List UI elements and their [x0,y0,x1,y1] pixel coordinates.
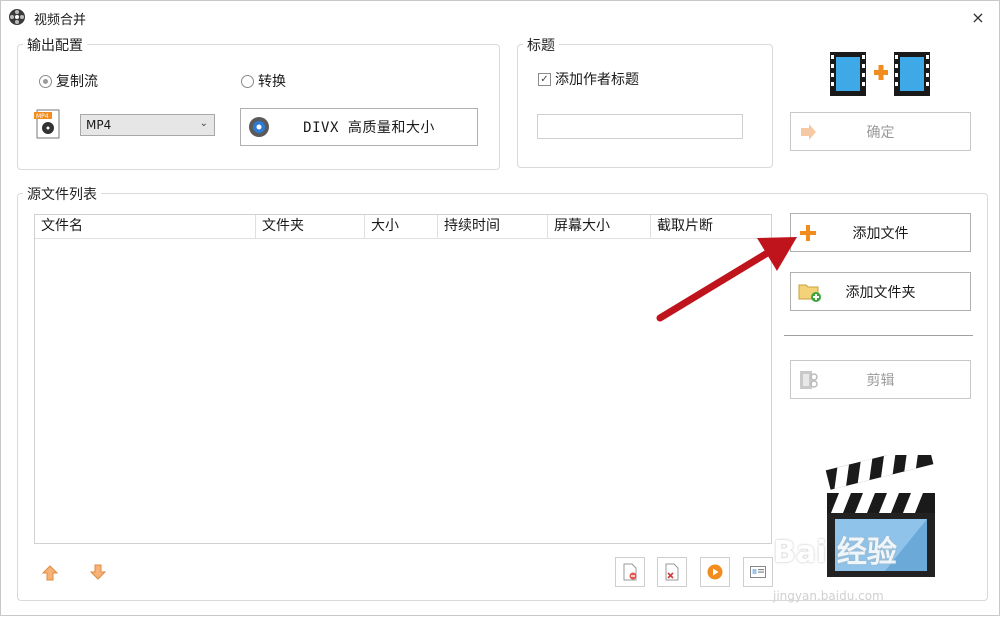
add-author-title-label: 添加作者标题 [555,72,639,88]
add-folder-label: 添加文件夹 [845,284,916,301]
checkmark-icon: ✓ [538,72,551,86]
title-input[interactable] [537,114,743,139]
convert-label: 转换 [258,74,286,90]
add-file-button[interactable]: 添加文件 [790,213,971,252]
edit-label: 剪辑 [866,372,895,389]
column-screen-size[interactable]: 屏幕大小 [548,215,651,239]
delete-icon [665,563,679,581]
watermark-url: jingyan.baidu.com [773,589,884,603]
film-reel-icon [9,9,25,25]
arrow-right-icon [801,123,816,140]
radio-indicator [241,74,254,88]
column-folder[interactable]: 文件夹 [256,215,365,239]
mp4-file-icon: MP4 [34,109,60,139]
info-icon [750,566,766,578]
film-edit-icon [800,370,818,389]
format-select[interactable]: MP4 ⌄ [80,114,215,136]
source-list-label: 源文件列表 [23,184,101,204]
column-filename[interactable]: 文件名 [35,215,256,239]
convert-radio[interactable]: 转换 [241,71,286,91]
move-up-icon[interactable] [39,562,61,584]
title-group-label: 标题 [523,35,559,55]
remove-button[interactable] [615,557,645,587]
column-duration[interactable]: 持续时间 [438,215,548,239]
ok-button-label: 确定 [866,124,895,141]
watermark: Bai 经验 [773,535,897,570]
chevron-down-icon: ⌄ [199,118,208,129]
film-merge-icon [830,52,930,96]
column-size[interactable]: 大小 [365,215,438,239]
delete-button[interactable] [657,557,687,587]
move-down-icon[interactable] [87,561,109,583]
remove-icon [623,563,637,581]
window-title: 视频合并 [34,13,87,28]
title-group [517,44,773,168]
ok-button[interactable]: 确定 [790,112,971,151]
add-folder-icon [798,284,821,302]
file-list[interactable]: 文件名 文件夹 大小 持续时间 屏幕大小 截取片断 [34,214,772,544]
close-button[interactable]: × [967,7,989,29]
profile-button-label: DIVX 高质量和大小 [303,120,435,136]
play-icon [707,564,723,580]
video-merge-window: 视频合并 × 输出配置 复制流 转换 MP4 MP4 ⌄ DIVX 高质量和大小… [0,0,1000,616]
title-bar: 视频合并 × [1,1,999,35]
add-folder-button[interactable]: 添加文件夹 [790,272,971,311]
radio-indicator [39,74,52,88]
separator [784,335,973,336]
output-config-label: 输出配置 [23,35,87,55]
add-author-title-checkbox[interactable]: ✓ 添加作者标题 [538,69,639,89]
divx-icon [249,117,269,137]
info-button[interactable] [743,557,773,587]
add-icon [800,224,816,241]
copy-stream-label: 复制流 [56,74,98,90]
edit-button[interactable]: 剪辑 [790,360,971,399]
svg-text:MP4: MP4 [36,113,49,120]
format-select-value: MP4 [86,118,112,132]
add-file-label: 添加文件 [852,225,909,242]
play-button[interactable] [700,557,730,587]
copy-stream-radio[interactable]: 复制流 [39,71,98,91]
output-config-group [17,44,500,170]
column-clip[interactable]: 截取片断 [651,215,771,239]
profile-button[interactable]: DIVX 高质量和大小 [240,108,478,146]
